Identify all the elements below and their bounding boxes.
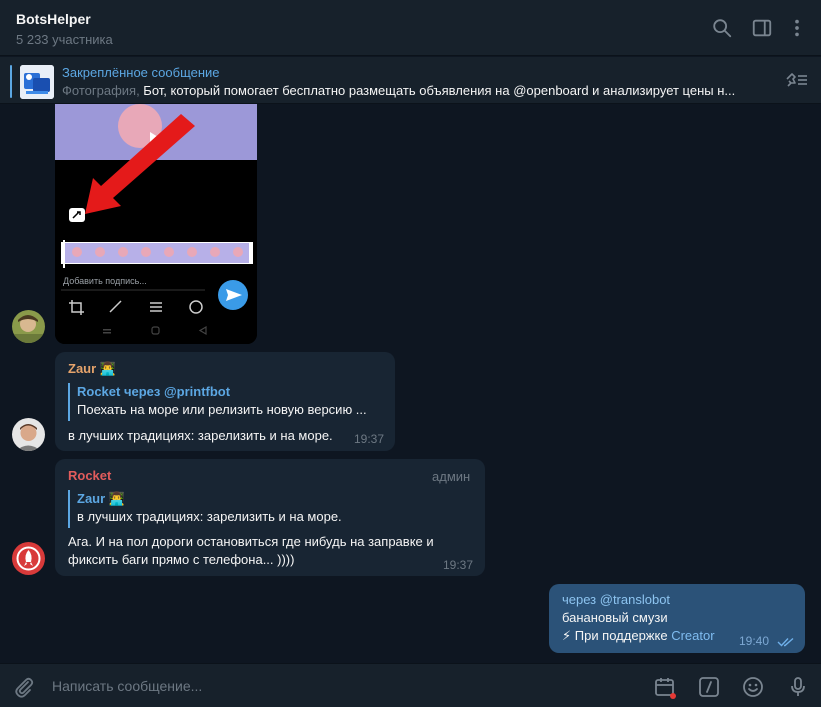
admin-badge: админ — [432, 469, 471, 484]
pinned-thumbnail — [20, 65, 54, 99]
pinned-title: Закреплённое сообщение — [62, 65, 220, 80]
reply-emoji-icon: 👨‍💻 — [108, 491, 125, 506]
emoji-icon[interactable] — [741, 675, 765, 699]
message-bubble[interactable]: Rocket админ Zaur 👨‍💻 в лучших традициях… — [55, 459, 485, 576]
photo-message[interactable]: Добавить подпись... — [55, 104, 257, 344]
message-text: в лучших традициях: зарелизить и на море… — [68, 428, 333, 443]
sender-emoji-icon: 👨‍💻 — [99, 361, 116, 376]
creator-link[interactable]: Creator — [671, 628, 714, 643]
via-bot-label[interactable]: через @translobot — [562, 591, 670, 609]
avatar[interactable] — [12, 418, 45, 451]
bot-commands-icon[interactable] — [697, 675, 721, 699]
caption-placeholder: Добавить подпись... — [63, 276, 147, 286]
message-text-line-2: фиксить баги прямо с телефона... )))) — [68, 552, 295, 567]
message-bubble[interactable]: Zaur 👨‍💻 Rocket через @printfbot Поехать… — [55, 352, 395, 451]
message-composer[interactable]: Написать сообщение... — [0, 663, 821, 707]
outgoing-message-bubble[interactable]: через @translobot банановый смузи ⚡ При … — [549, 584, 805, 653]
message-text-line-1: Ага. И на пол дороги остановиться где ни… — [68, 534, 434, 549]
sidebar-toggle-icon[interactable] — [751, 17, 773, 39]
search-icon[interactable] — [711, 17, 733, 39]
avatar[interactable] — [12, 542, 45, 575]
unpin-list-icon[interactable] — [783, 69, 809, 91]
pinned-indicator — [10, 65, 12, 98]
read-checkmarks-icon — [777, 635, 795, 647]
message-time: 19:40 — [739, 634, 770, 648]
reply-quote[interactable]: Zaur 👨‍💻 в лучших традициях: зарелизить … — [68, 490, 342, 528]
reply-quote[interactable]: Rocket через @printfbot Поехать на море … — [68, 383, 367, 421]
message-text: банановый смузи — [562, 610, 668, 625]
message-input[interactable]: Написать сообщение... — [52, 678, 202, 694]
chat-header[interactable]: BotsHelper 5 233 участника — [0, 0, 821, 56]
message-time: 19:37 — [354, 432, 385, 446]
schedule-icon[interactable] — [653, 675, 677, 699]
member-count: 5 233 участника — [16, 32, 113, 47]
sender-name[interactable]: Zaur 👨‍💻 — [68, 361, 116, 377]
powered-by: ⚡ При поддержке Creator — [562, 628, 715, 643]
chat-title[interactable]: BotsHelper — [16, 11, 91, 27]
avatar[interactable] — [12, 310, 45, 343]
pinned-text: Фотография, Бот, который помогает беспла… — [62, 83, 736, 98]
microphone-icon[interactable] — [786, 675, 810, 699]
message-time: 19:37 — [443, 558, 474, 572]
sender-name[interactable]: Rocket — [68, 468, 111, 483]
more-vertical-icon[interactable] — [786, 17, 808, 39]
pinned-message-bar[interactable]: Закреплённое сообщение Фотография, Бот, … — [0, 57, 821, 104]
attach-icon[interactable] — [12, 675, 36, 699]
